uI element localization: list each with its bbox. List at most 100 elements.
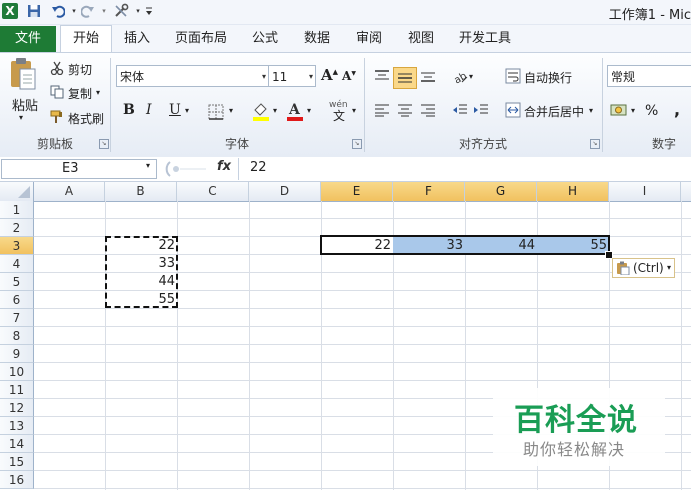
currency-dropdown-icon[interactable]: ▾: [631, 106, 635, 115]
tab-developer[interactable]: 开发工具: [452, 26, 518, 52]
clipboard-group-label: 剪贴板: [36, 137, 73, 151]
phonetic-dropdown-icon[interactable]: ▾: [352, 106, 356, 115]
tab-review[interactable]: 审阅: [348, 26, 390, 52]
align-bottom-icon[interactable]: [420, 69, 436, 83]
column-header-g[interactable]: G: [465, 182, 537, 201]
font-color-icon[interactable]: A: [285, 101, 305, 121]
orientation-dropdown-icon[interactable]: ▾: [469, 72, 473, 81]
formula-input[interactable]: 22: [250, 160, 267, 175]
column-header-b[interactable]: B: [105, 182, 177, 201]
column-header-i[interactable]: I: [609, 182, 681, 201]
column-header-a[interactable]: A: [34, 182, 105, 201]
format-painter-button[interactable]: 格式刷: [68, 110, 104, 127]
copy-dropdown-icon[interactable]: ▾: [96, 88, 100, 97]
select-all-button[interactable]: [0, 182, 34, 201]
underline-dropdown-icon[interactable]: ▾: [185, 106, 189, 115]
row-header-12[interactable]: 12: [0, 399, 34, 417]
align-top-icon[interactable]: [374, 69, 390, 83]
row-header-3[interactable]: 3: [0, 237, 34, 255]
merge-center-button[interactable]: 合并后居中: [524, 103, 584, 120]
redo-icon[interactable]: [80, 3, 96, 19]
bold-button[interactable]: B: [123, 102, 135, 118]
grow-font-button[interactable]: A▲: [321, 66, 338, 84]
row-header-16[interactable]: 16: [0, 471, 34, 489]
font-launcher-icon[interactable]: ↘: [352, 139, 362, 149]
row-header-8[interactable]: 8: [0, 327, 34, 345]
save-icon[interactable]: [26, 3, 42, 19]
clipboard-launcher-icon[interactable]: ↘: [99, 139, 109, 149]
orientation-icon[interactable]: ab: [452, 68, 468, 84]
paste-icon[interactable]: [8, 57, 38, 91]
tab-home[interactable]: 开始: [60, 25, 112, 53]
increase-indent-icon[interactable]: [473, 103, 489, 117]
row-header-5[interactable]: 5: [0, 273, 34, 291]
row-header-15[interactable]: 15: [0, 453, 34, 471]
row-header-4[interactable]: 4: [0, 255, 34, 273]
redo-dropdown-icon[interactable]: ▾: [96, 3, 112, 19]
selection-border: [320, 235, 610, 255]
tools-icon[interactable]: [113, 3, 129, 19]
alignment-launcher-icon[interactable]: ↘: [590, 139, 600, 149]
number-format-select[interactable]: 常规: [607, 65, 691, 87]
copy-button[interactable]: 复制: [68, 85, 92, 102]
align-center-icon[interactable]: [397, 103, 413, 117]
merge-dropdown-icon[interactable]: ▾: [589, 106, 593, 115]
customize-icon[interactable]: [141, 3, 157, 19]
name-box-value: E3: [62, 161, 79, 176]
tab-file[interactable]: 文件: [0, 26, 56, 52]
undo-icon[interactable]: [50, 3, 66, 19]
borders-dropdown-icon[interactable]: ▾: [229, 106, 233, 115]
cut-button[interactable]: 剪切: [68, 61, 92, 78]
align-left-icon[interactable]: [374, 103, 390, 117]
tab-data[interactable]: 数据: [296, 26, 338, 52]
font-color-dropdown-icon[interactable]: ▾: [307, 106, 311, 115]
font-name-select[interactable]: 宋体 ▾: [116, 65, 269, 87]
fill-color-icon[interactable]: [251, 101, 271, 121]
insert-function-button[interactable]: fx: [217, 159, 231, 174]
font-size-select[interactable]: 11 ▾: [268, 65, 316, 87]
align-middle-icon[interactable]: [393, 67, 417, 89]
fill-color-dropdown-icon[interactable]: ▾: [273, 106, 277, 115]
name-box-dropdown-icon[interactable]: ▾: [146, 161, 150, 170]
paste-options-button[interactable]: (Ctrl) ▾: [612, 258, 675, 278]
wrap-text-button[interactable]: 自动换行: [524, 69, 572, 86]
italic-button[interactable]: I: [146, 102, 152, 118]
formula-bar-resize-handle[interactable]: [162, 160, 208, 178]
column-header-d[interactable]: D: [249, 182, 321, 201]
number-group-label: 数字: [651, 137, 676, 151]
percent-button[interactable]: %: [645, 103, 658, 119]
excel-logo-icon: X: [2, 3, 18, 19]
align-right-icon[interactable]: [420, 103, 436, 117]
name-box[interactable]: E3: [1, 159, 157, 179]
column-header-h[interactable]: H: [537, 182, 609, 201]
row-header-11[interactable]: 11: [0, 381, 34, 399]
number-format-value: 常规: [611, 70, 636, 84]
row-header-10[interactable]: 10: [0, 363, 34, 381]
column-header-f[interactable]: F: [393, 182, 465, 201]
borders-icon[interactable]: [208, 104, 224, 120]
cut-icon: [50, 61, 64, 75]
tab-insert[interactable]: 插入: [116, 26, 158, 52]
paste-button[interactable]: 粘贴: [12, 95, 38, 114]
currency-icon[interactable]: [610, 102, 628, 118]
tab-formulas[interactable]: 公式: [245, 26, 285, 52]
font-size-value: 11: [272, 70, 288, 84]
row-header-9[interactable]: 9: [0, 345, 34, 363]
row-header-2[interactable]: 2: [0, 219, 34, 237]
row-header-7[interactable]: 7: [0, 309, 34, 327]
column-header-e[interactable]: E: [321, 182, 393, 201]
underline-button[interactable]: U: [169, 102, 181, 118]
wrap-text-icon: [505, 68, 521, 84]
tab-page-layout[interactable]: 页面布局: [167, 26, 235, 52]
paste-dropdown-icon[interactable]: ▾: [19, 113, 23, 122]
window-title: 工作簿1 - Mic: [608, 8, 691, 23]
column-header-c[interactable]: C: [177, 182, 249, 201]
shrink-font-button[interactable]: A▼: [342, 69, 356, 83]
row-header-6[interactable]: 6: [0, 291, 34, 309]
tab-view[interactable]: 视图: [400, 26, 442, 52]
row-header-13[interactable]: 13: [0, 417, 34, 435]
comma-style-button[interactable]: ,: [674, 100, 680, 119]
row-header-1[interactable]: 1: [0, 201, 34, 219]
decrease-indent-icon[interactable]: [452, 103, 468, 117]
row-header-14[interactable]: 14: [0, 435, 34, 453]
